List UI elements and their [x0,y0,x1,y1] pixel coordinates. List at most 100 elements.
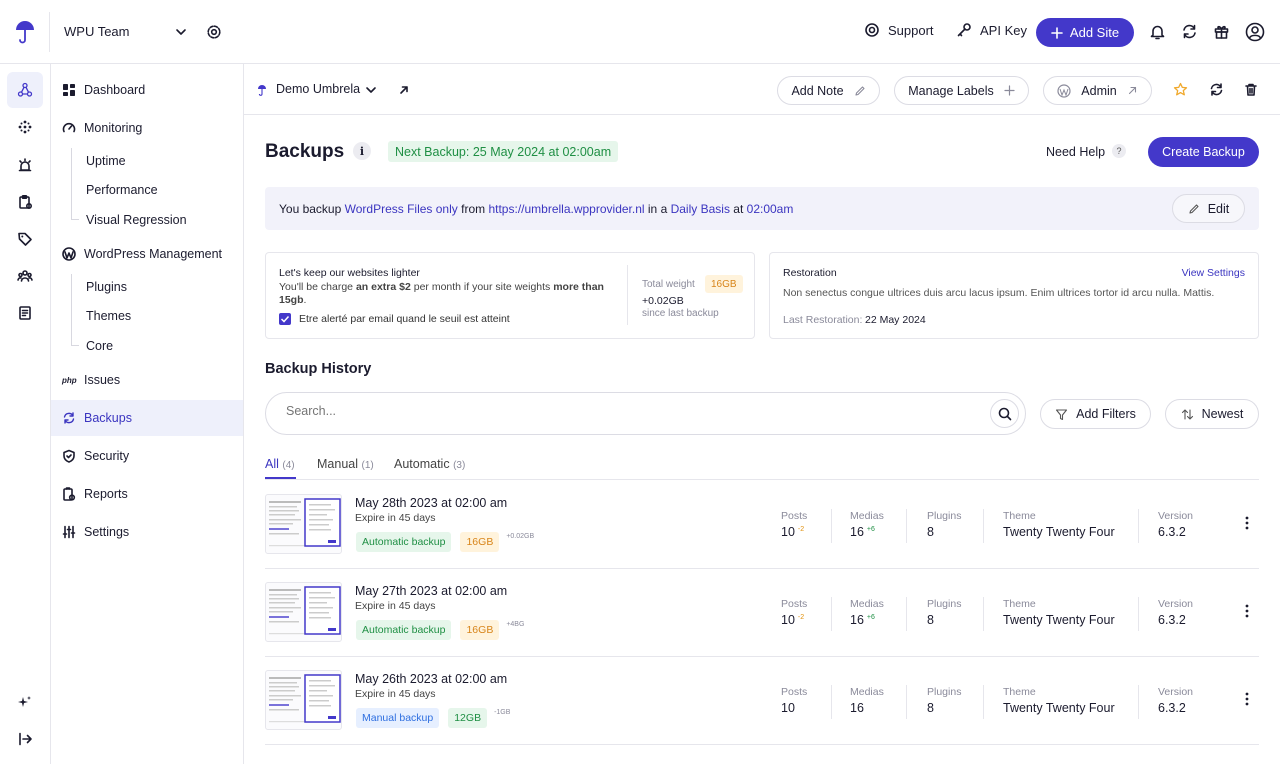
sidebar-item-label: Settings [84,525,130,539]
sparkles-icon[interactable] [7,684,43,720]
bell-icon[interactable] [1149,23,1166,41]
medias-label: Medias [850,598,884,610]
icon-rail [0,64,51,764]
tab-all[interactable]: All (4) [265,457,295,471]
alert-checkbox-label[interactable]: Etre alerté par email quand le seuil est… [299,313,510,325]
medias-stat: Medias 16 +6 [850,598,884,627]
external-link-icon[interactable] [398,84,410,96]
sidebar-item-performance[interactable]: Performance [86,183,158,197]
summary-frequency-link[interactable]: Daily Basis [671,202,730,216]
manage-labels-button[interactable]: Manage Labels [894,76,1029,105]
more-options-icon[interactable] [1245,604,1249,618]
add-filters-label: Add Filters [1076,407,1136,421]
sidebar-item-themes[interactable]: Themes [86,309,131,323]
search-input[interactable] [286,404,976,418]
medias-delta: +6 [866,525,875,533]
collapse-sidebar-icon[interactable] [7,721,43,757]
team-selector-label[interactable]: WPU Team [64,24,130,39]
edit-button[interactable]: Edit [1172,194,1245,223]
sites-network-icon[interactable] [7,72,43,108]
sidebar-item-monitoring[interactable]: Monitoring [51,110,243,146]
backup-thumbnail [265,670,342,730]
backup-sync-icon [62,411,76,425]
sidebar-item-visual-regression[interactable]: Visual Regression [86,213,187,227]
more-options-icon[interactable] [1245,516,1249,530]
medias-stat: Medias 16 [850,686,884,715]
support-link[interactable]: Support [864,22,934,38]
umbrella-logo-icon[interactable] [14,20,36,44]
alert-checkbox[interactable] [279,313,291,325]
php-icon: php [62,375,77,385]
backup-row[interactable]: May 27th 2023 at 02:00 am Expire in 45 d… [265,569,1259,657]
trash-icon[interactable] [1244,82,1258,97]
chevron-down-icon[interactable] [365,84,377,96]
posts-label: Posts [781,598,808,610]
chevron-down-icon[interactable] [175,26,187,38]
backup-expire: Expire in 45 days [355,512,436,524]
sidebar-item-wordpress-management[interactable]: WordPress Management [51,236,243,272]
gauge-icon [62,121,76,135]
help-icon[interactable]: ? [1112,144,1126,158]
wp-admin-button[interactable]: Admin [1043,76,1152,105]
summary-time-link[interactable]: 02:00am [747,202,794,216]
profile-icon[interactable] [1245,22,1265,42]
clipboard-icon[interactable] [7,184,43,220]
api-key-link[interactable]: API Key [956,22,1027,38]
divider [1138,597,1139,631]
weight-card: Let's keep our websites lighter You'll b… [265,252,755,339]
summary-text: You backup WordPress Files only from htt… [279,202,793,216]
last-restoration-label: Last Restoration: [783,314,863,326]
team-icon[interactable] [7,258,43,294]
sidebar-item-issues[interactable]: php Issues [51,362,243,398]
add-site-button[interactable]: Add Site [1036,18,1134,47]
api-key-label: API Key [980,22,1027,38]
sidebar-item-reports[interactable]: Reports [51,476,243,512]
add-filters-button[interactable]: Add Filters [1040,399,1151,429]
tag-icon[interactable] [7,221,43,257]
create-backup-button[interactable]: Create Backup [1148,137,1259,167]
backup-row[interactable]: May 28th 2023 at 02:00 am Expire in 45 d… [265,481,1259,569]
posts-label: Posts [781,510,808,522]
star-icon[interactable] [1173,82,1188,97]
search-icon[interactable] [990,399,1019,428]
sidebar-item-dashboard[interactable]: Dashboard [51,72,243,108]
tab-manual[interactable]: Manual (1) [317,457,374,471]
version-label: Version [1158,686,1194,698]
weight-text-part: per month if your site weights [410,281,554,293]
sidebar-item-uptime[interactable]: Uptime [86,154,126,168]
sidebar-item-plugins[interactable]: Plugins [86,280,127,294]
sort-button[interactable]: Newest [1165,399,1259,429]
need-help-link[interactable]: Need Help [1046,145,1105,159]
view-settings-link[interactable]: View Settings [1182,267,1245,279]
sync-icon[interactable] [1181,23,1198,40]
pencil-icon [1188,203,1200,215]
invoice-icon[interactable] [7,295,43,331]
cluster-icon[interactable] [7,109,43,145]
medias-count: 16 [850,701,864,715]
plugins-stat: Plugins 8 [927,510,961,539]
info-icon[interactable]: i [353,142,371,160]
summary-url-link[interactable]: https://umbrella.wpprovider.nl [488,202,644,216]
backup-history-title: Backup History [265,361,372,377]
wordpress-icon [62,247,76,261]
sidebar-item-settings[interactable]: Settings [51,514,243,550]
backup-row[interactable]: May 26th 2023 at 02:00 am Expire in 45 d… [265,657,1259,745]
alarm-icon[interactable] [7,147,43,183]
divider [906,685,907,719]
gift-icon[interactable] [1213,23,1230,40]
site-name[interactable]: Demo Umbrela [276,82,360,96]
refresh-icon[interactable] [1209,82,1224,97]
sidebar-item-core[interactable]: Core [86,339,113,353]
medias-count: 16 [850,525,864,539]
tab-automatic[interactable]: Automatic (3) [394,457,465,471]
gear-icon[interactable] [206,24,222,40]
more-options-icon[interactable] [1245,692,1249,706]
posts-stat: Posts 10 [781,686,807,715]
version-label: Version [1158,598,1194,610]
summary-what-link[interactable]: WordPress Files only [345,202,458,216]
add-note-button[interactable]: Add Note [777,76,880,105]
sidebar-item-backups[interactable]: Backups [51,400,243,436]
weight-delta: +0.02GB [642,295,684,307]
sidebar-item-security[interactable]: Security [51,438,243,474]
theme-label: Theme [1003,686,1036,698]
